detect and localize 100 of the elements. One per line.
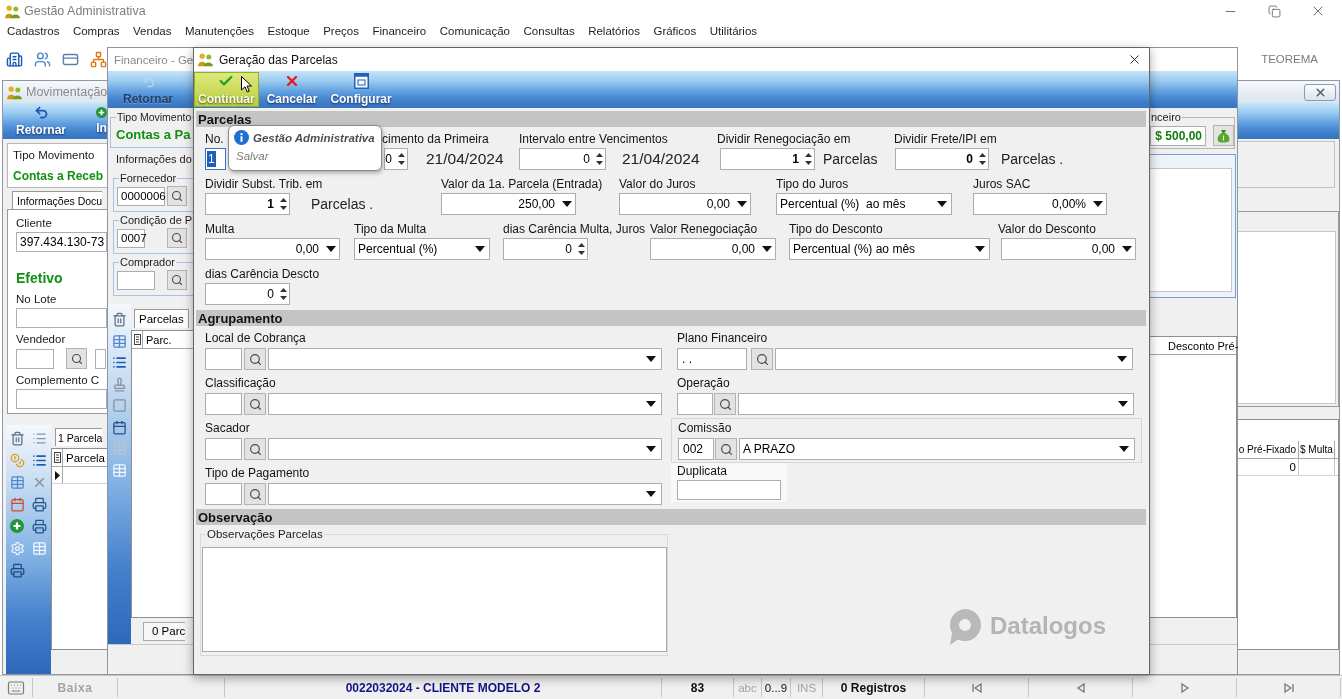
- tab[interactable]: Informações do: [116, 152, 192, 166]
- search-button[interactable]: [244, 438, 266, 460]
- menu-item[interactable]: Financeiro: [372, 25, 427, 37]
- menu-item[interactable]: Relatórios: [588, 25, 640, 37]
- spin-arrows-icon[interactable]: [596, 152, 603, 166]
- select-field[interactable]: [268, 483, 662, 505]
- amount-field[interactable]: 0,00: [619, 193, 751, 215]
- table-icon[interactable]: [9, 475, 25, 490]
- number-field[interactable]: 0: [205, 283, 290, 305]
- spin-arrows-icon[interactable]: [805, 152, 812, 166]
- dropdown-arrow-icon[interactable]: [1093, 201, 1103, 207]
- dropdown-arrow-icon[interactable]: [646, 356, 656, 362]
- number-field[interactable]: 1: [205, 148, 226, 170]
- window-icon[interactable]: [353, 73, 369, 89]
- close-icon[interactable]: [1127, 52, 1142, 67]
- search-button[interactable]: [714, 393, 736, 415]
- menu-item[interactable]: Gráficos: [653, 25, 697, 37]
- trash-icon[interactable]: [112, 312, 127, 327]
- number-field[interactable]: 0: [384, 148, 408, 170]
- number-field[interactable]: 0: [519, 148, 606, 170]
- spin-arrows-icon[interactable]: [280, 287, 287, 301]
- amount-field[interactable]: 0,00: [205, 238, 340, 260]
- amount-field[interactable]: $ 500,00: [1150, 125, 1206, 146]
- dropdown-arrow-icon[interactable]: [937, 201, 947, 207]
- dropdown-arrow-icon[interactable]: [1119, 446, 1129, 452]
- dropdown-arrow-icon[interactable]: [737, 201, 747, 207]
- tab[interactable]: Informações Docu: [12, 191, 103, 209]
- spin-arrows-icon[interactable]: [398, 152, 405, 166]
- select-field[interactable]: Percentual (%) ao mês: [789, 238, 990, 260]
- search-button[interactable]: [244, 483, 266, 505]
- list-icon[interactable]: [32, 453, 48, 468]
- search-button[interactable]: [244, 348, 266, 370]
- dropdown-arrow-icon[interactable]: [762, 246, 772, 252]
- select-field[interactable]: Percentual (%) ao mês: [776, 193, 952, 215]
- amount-field[interactable]: 250,00: [441, 193, 576, 215]
- spin-arrows-icon[interactable]: [280, 197, 287, 211]
- input-field[interactable]: [16, 348, 54, 369]
- select-field[interactable]: [738, 393, 1134, 415]
- stamp-icon[interactable]: [112, 376, 127, 392]
- input-field[interactable]: [95, 348, 106, 369]
- skip-start-icon[interactable]: [971, 682, 982, 693]
- text-area[interactable]: [202, 547, 667, 652]
- number-field[interactable]: 1: [720, 148, 815, 170]
- number-field[interactable]: 0: [503, 238, 588, 260]
- toolbar-button[interactable]: Configurar: [326, 72, 396, 107]
- tab[interactable]: Parcelas: [134, 309, 189, 328]
- dropdown-arrow-icon[interactable]: [646, 446, 656, 452]
- trash-icon[interactable]: [9, 431, 25, 446]
- search-button[interactable]: [715, 438, 737, 460]
- search-button[interactable]: [167, 228, 187, 248]
- code-field[interactable]: . .: [677, 348, 747, 370]
- toolbar-button[interactable]: Retornar: [12, 104, 70, 138]
- menu-item[interactable]: Utilitários: [709, 25, 758, 37]
- table-icon[interactable]: [112, 333, 127, 349]
- restore-icon[interactable]: [1267, 4, 1281, 18]
- input-field[interactable]: [117, 270, 155, 290]
- building-icon[interactable]: [6, 50, 23, 68]
- search-button[interactable]: [167, 270, 187, 290]
- menu-item[interactable]: Estoque: [267, 25, 310, 37]
- search-button[interactable]: [66, 348, 87, 369]
- select-field[interactable]: [775, 348, 1133, 370]
- plus-circle-icon[interactable]: [10, 519, 25, 533]
- code-field[interactable]: 002: [678, 438, 714, 460]
- input-field[interactable]: 397.434.130-73: [16, 232, 107, 252]
- number-field[interactable]: 0: [895, 148, 989, 170]
- code-field[interactable]: [677, 393, 713, 415]
- dropdown-arrow-icon[interactable]: [326, 246, 336, 252]
- input-field[interactable]: [16, 389, 107, 409]
- users-icon[interactable]: [34, 50, 51, 68]
- input-field[interactable]: 0007: [117, 228, 145, 248]
- calendar-icon[interactable]: [112, 419, 127, 435]
- money-button[interactable]: [1213, 125, 1234, 146]
- code-field[interactable]: [205, 438, 242, 460]
- dropdown-arrow-icon[interactable]: [562, 201, 572, 207]
- menu-item[interactable]: Consultas: [523, 25, 575, 37]
- amount-field[interactable]: 0,00: [650, 238, 776, 260]
- dropdown-arrow-icon[interactable]: [975, 246, 985, 252]
- input-field[interactable]: 0000006: [117, 186, 165, 206]
- menu-item[interactable]: Cadastros: [7, 25, 60, 37]
- select-field[interactable]: [268, 438, 662, 460]
- printer-icon[interactable]: [9, 563, 25, 578]
- search-button[interactable]: [751, 348, 773, 370]
- code-field[interactable]: [205, 348, 242, 370]
- close-button[interactable]: [1304, 83, 1336, 101]
- menu-item[interactable]: Manutenções: [184, 25, 254, 37]
- calendar-icon[interactable]: [9, 497, 25, 512]
- amount-field[interactable]: 0,00%: [973, 193, 1107, 215]
- tab[interactable]: 1 Parcela: [55, 428, 103, 446]
- printer-icon[interactable]: [32, 519, 48, 534]
- triangle-left-icon[interactable]: [1075, 682, 1086, 693]
- input-field[interactable]: [677, 480, 781, 500]
- select-field[interactable]: [268, 348, 662, 370]
- code-field[interactable]: [205, 483, 242, 505]
- select-field[interactable]: Percentual (%): [354, 238, 490, 260]
- number-field[interactable]: 1: [205, 193, 290, 215]
- list-icon[interactable]: [112, 355, 127, 370]
- dropdown-arrow-icon[interactable]: [1118, 401, 1128, 407]
- toolbar-button[interactable]: Cancelar: [262, 72, 322, 107]
- list-icon[interactable]: [32, 431, 48, 446]
- plus-circle-icon[interactable]: [96, 107, 107, 118]
